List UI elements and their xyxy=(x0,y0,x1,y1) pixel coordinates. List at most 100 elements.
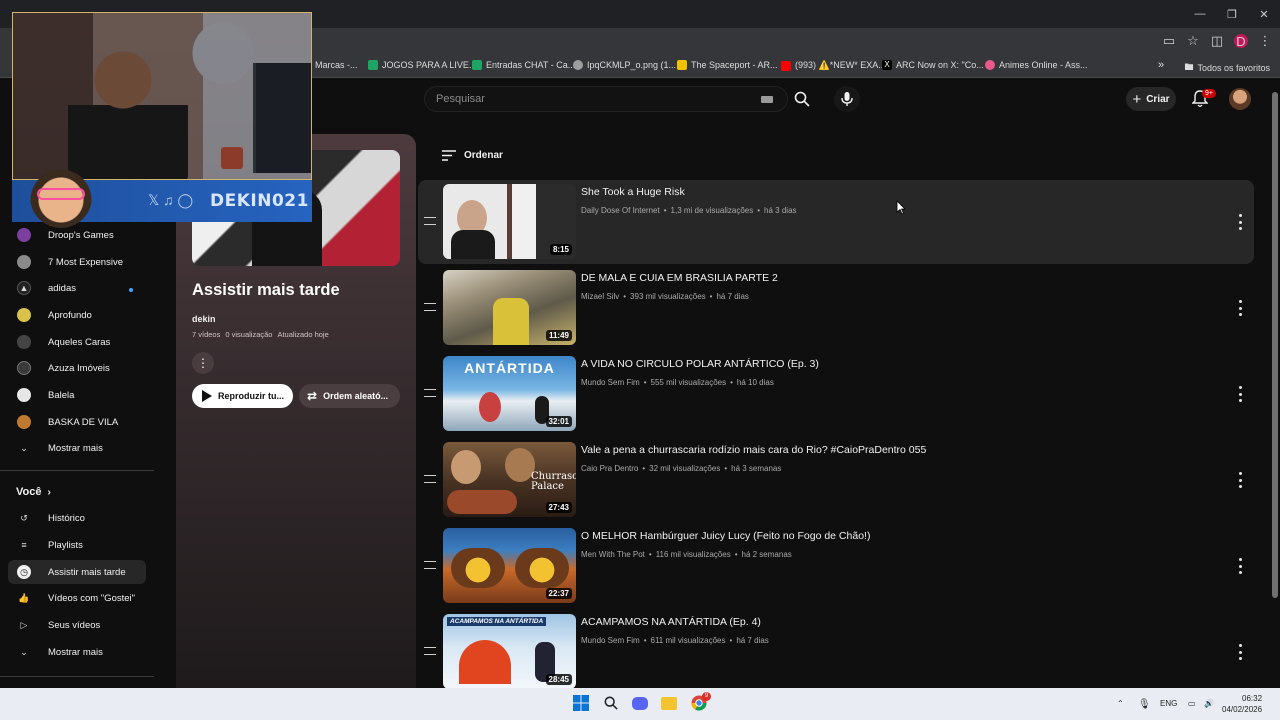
channel-name[interactable]: Men With The Pot xyxy=(581,550,645,559)
video-title[interactable]: Vale a pena a churrascaria rodízio mais … xyxy=(581,444,926,456)
shuffle-icon: ⇄ xyxy=(307,389,318,403)
sidebar-subscription-item[interactable]: BASKA DE VILA xyxy=(8,410,146,434)
drag-handle-icon[interactable] xyxy=(424,561,436,569)
video-thumbnail[interactable]: 11:49 xyxy=(443,270,576,345)
channel-avatar xyxy=(17,308,31,322)
video-thumbnail[interactable]: 22:37 xyxy=(443,528,576,603)
playlist-video-row[interactable]: ACAMPAMOS NA ANTÁRTIDA 28:45 ACAMPAMOS N… xyxy=(418,610,1254,688)
sidebar-item-playlists[interactable]: ≡ Playlists xyxy=(8,533,146,557)
discord-icon[interactable] xyxy=(631,694,649,712)
sidebar-subscription-item[interactable]: Azuza Imóveis xyxy=(8,356,146,380)
extensions-icon[interactable]: ◫ xyxy=(1210,33,1224,49)
video-menu-button[interactable] xyxy=(1236,386,1244,402)
drag-handle-icon[interactable] xyxy=(424,303,436,311)
search-input[interactable] xyxy=(425,93,725,105)
playlist-video-row[interactable]: 11:49 DE MALA E CUIA EM BRASILIA PARTE 2… xyxy=(418,266,1254,350)
playlist-video-row[interactable]: Churrascaria Palace 27:43 Vale a pena a … xyxy=(418,438,1254,522)
shuffle-button[interactable]: ⇄ Ordem aleató... xyxy=(299,384,400,408)
folder-icon: 🖿 xyxy=(1184,62,1194,72)
playlist-video-row[interactable]: ANTÁRTIDA 32:01 A VIDA NO CIRCULO POLAR … xyxy=(418,352,1254,436)
more-vertical-icon: ⋮ xyxy=(197,356,209,370)
video-title[interactable]: A VIDA NO CIRCULO POLAR ANTÁRTICO (Ep. 3… xyxy=(581,358,819,370)
sort-button[interactable]: Ordenar xyxy=(442,150,503,161)
drag-handle-icon[interactable] xyxy=(424,389,436,397)
keyboard-icon[interactable] xyxy=(761,96,773,103)
browser-menu-icon[interactable]: ⋮ xyxy=(1258,33,1272,49)
browser-profile-avatar[interactable]: D xyxy=(1234,34,1248,49)
tray-microphone-icon[interactable]: 🎙 xyxy=(1138,699,1151,710)
bookmark-item[interactable]: Marcas -... xyxy=(315,60,358,70)
install-app-icon[interactable]: ▭ xyxy=(1162,33,1176,49)
bookmark-item[interactable]: Entradas CHAT - Ca... xyxy=(472,60,575,70)
video-title[interactable]: ACAMPAMOS NA ANTÁRTIDA (Ep. 4) xyxy=(581,616,761,628)
bookmark-item[interactable]: X ARC Now on X: "Co... xyxy=(882,60,984,70)
video-thumbnail[interactable]: 8:15 xyxy=(443,184,576,259)
video-menu-button[interactable] xyxy=(1236,214,1244,230)
bookmark-item[interactable]: JOGOS PARA A LIVE... xyxy=(368,60,476,70)
tray-chevron-up-icon[interactable]: ⌃ xyxy=(1117,699,1124,708)
all-bookmarks-folder[interactable]: 🖿 Todos os favoritos xyxy=(1184,60,1270,76)
minimize-icon[interactable]: — xyxy=(1184,0,1216,28)
input-language[interactable]: ENG xyxy=(1160,699,1177,708)
video-title[interactable]: O MELHOR Hambúrguer Juicy Lucy (Feito no… xyxy=(581,530,870,542)
bookmark-item[interactable]: Animes Online - Ass... xyxy=(985,60,1088,70)
bookmark-label: Animes Online - Ass... xyxy=(999,60,1088,70)
video-menu-button[interactable] xyxy=(1236,472,1244,488)
mouse-cursor-icon xyxy=(896,200,906,215)
bookmark-item[interactable]: (993) ⚠️*NEW* EXA... xyxy=(781,60,886,71)
video-title[interactable]: DE MALA E CUIA EM BRASILIA PARTE 2 xyxy=(581,272,778,284)
file-explorer-icon[interactable] xyxy=(660,694,678,712)
sidebar-item-liked-videos[interactable]: 👍 Vídeos com "Gostei" xyxy=(8,586,146,610)
playlist-video-row[interactable]: 22:37 O MELHOR Hambúrguer Juicy Lucy (Fe… xyxy=(418,524,1254,608)
bookmark-star-icon[interactable]: ☆ xyxy=(1186,33,1200,49)
windows-start-icon[interactable] xyxy=(572,694,590,712)
sidebar-you-heading[interactable]: Você › xyxy=(16,486,51,498)
video-thumbnail[interactable]: ANTÁRTIDA 32:01 xyxy=(443,356,576,431)
play-all-button[interactable]: Reproduzir tu... xyxy=(192,384,293,408)
system-clock[interactable]: 06:32 04/02/2026 xyxy=(1222,693,1262,715)
playlist-video-row[interactable]: 8:15 She Took a Huge Risk Daily Dose Of … xyxy=(418,180,1254,264)
sidebar-show-more-you[interactable]: ⌄ Mostrar mais xyxy=(8,640,146,664)
video-menu-button[interactable] xyxy=(1236,644,1244,660)
sidebar-show-more-subscriptions[interactable]: ⌄ Mostrar mais xyxy=(8,436,146,460)
network-icon[interactable]: ▭ xyxy=(1188,699,1196,708)
sidebar-subscription-item[interactable]: Aprofundo xyxy=(8,303,146,327)
plus-icon: + xyxy=(1132,90,1142,108)
drag-handle-icon[interactable] xyxy=(424,217,436,225)
sidebar-subscription-item[interactable]: Aqueles Caras xyxy=(8,330,146,354)
taskbar-search-icon[interactable] xyxy=(602,694,620,712)
bookmark-item[interactable]: IpqCKMLP_o.png (1... xyxy=(573,60,676,70)
voice-search-button[interactable] xyxy=(834,86,860,112)
video-thumbnail[interactable]: Churrascaria Palace 27:43 xyxy=(443,442,576,517)
bookmark-item[interactable]: The Spaceport - AR... xyxy=(677,60,778,70)
channel-name[interactable]: Caio Pra Dentro xyxy=(581,464,638,473)
video-thumbnail[interactable]: ACAMPAMOS NA ANTÁRTIDA 28:45 xyxy=(443,614,576,688)
video-menu-button[interactable] xyxy=(1236,558,1244,574)
drag-handle-icon[interactable] xyxy=(424,475,436,483)
create-button[interactable]: + Criar xyxy=(1126,87,1176,111)
playlist-owner[interactable]: dekin xyxy=(192,314,216,324)
page-scrollbar-thumb[interactable] xyxy=(1272,92,1278,598)
search-button[interactable] xyxy=(790,86,814,112)
drag-handle-icon[interactable] xyxy=(424,647,436,655)
video-menu-button[interactable] xyxy=(1236,300,1244,316)
channel-name[interactable]: Daily Dose Of Internet xyxy=(581,206,660,215)
restore-icon[interactable]: ❐ xyxy=(1216,0,1248,28)
volume-icon[interactable]: 🔊 xyxy=(1204,699,1214,708)
sidebar-subscription-item[interactable]: 7 Most Expensive xyxy=(8,250,146,274)
sidebar-item-history[interactable]: ↺ Histórico xyxy=(8,506,146,530)
bookmarks-overflow-icon[interactable]: » xyxy=(1158,59,1164,71)
playlist-more-button[interactable]: ⋮ xyxy=(192,352,214,374)
anime-site-icon xyxy=(985,60,995,70)
close-icon[interactable]: ✕ xyxy=(1248,0,1280,28)
sidebar-subscription-item[interactable]: Balela xyxy=(8,383,146,407)
video-title[interactable]: She Took a Huge Risk xyxy=(581,186,685,198)
channel-name[interactable]: Mizael Silv xyxy=(581,292,619,301)
channel-name[interactable]: Mundo Sem Fim xyxy=(581,378,640,387)
sidebar-item-watch-later[interactable]: ◷ Assistir mais tarde xyxy=(8,560,146,584)
channel-name[interactable]: Mundo Sem Fim xyxy=(581,636,640,645)
account-avatar[interactable] xyxy=(1229,88,1251,110)
sidebar-item-your-videos[interactable]: ▷ Seus vídeos xyxy=(8,613,146,637)
sidebar-subscription-item[interactable]: ▲ adidas xyxy=(8,276,146,300)
sidebar-subscription-item[interactable]: Droop's Games xyxy=(8,223,146,247)
